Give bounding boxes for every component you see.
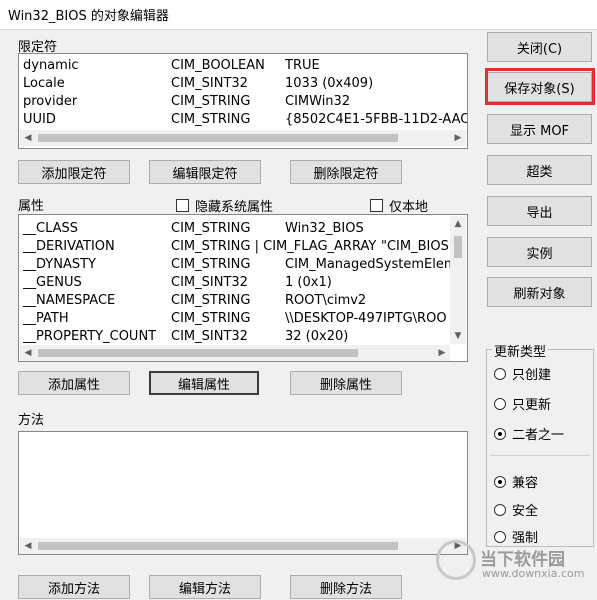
edit-method-button[interactable]: 编辑方法 xyxy=(149,575,261,599)
table-row[interactable]: __GENUS CIM_SINT32 1 (0x1) xyxy=(19,274,451,292)
edit-property-button[interactable]: 编辑属性 xyxy=(149,371,259,395)
radio-safe[interactable]: 安全 xyxy=(494,500,538,519)
window-title: Win32_BIOS 的对象编辑器 xyxy=(8,9,169,24)
watermark-url: www.downxia.com xyxy=(482,567,585,580)
local-only-checkbox[interactable] xyxy=(370,199,383,212)
methods-label: 方法 xyxy=(18,413,45,428)
add-qualifier-button[interactable]: 添加限定符 xyxy=(18,160,130,184)
qualifiers-hscrollbar[interactable]: ◀ ▶ xyxy=(20,130,466,146)
table-row[interactable]: __NAMESPACE CIM_STRING ROOT\cimv2 xyxy=(19,292,451,310)
radio-update-only[interactable]: 只更新 xyxy=(494,394,551,413)
properties-list[interactable]: __CLASS CIM_STRING Win32_BIOS __DERIVATI… xyxy=(18,214,468,362)
table-row[interactable]: dynamic CIM_BOOLEAN TRUE xyxy=(19,57,467,75)
radio-selected-icon[interactable] xyxy=(494,475,506,488)
superclass-button[interactable]: 超类 xyxy=(487,155,592,185)
title-bar: Win32_BIOS 的对象编辑器 xyxy=(0,0,597,30)
scroll-down-icon[interactable]: ▼ xyxy=(450,328,466,344)
export-button[interactable]: 导出 xyxy=(487,196,592,226)
properties-hscrollbar[interactable]: ◀ ▶ xyxy=(20,345,450,361)
refresh-object-button[interactable]: 刷新对象 xyxy=(487,277,592,307)
delete-qualifier-button[interactable]: 删除限定符 xyxy=(290,160,402,184)
edit-qualifier-button[interactable]: 编辑限定符 xyxy=(149,160,261,184)
scroll-thumb[interactable] xyxy=(38,134,398,142)
table-row[interactable]: __DERIVATION CIM_STRING | CIM_FLAG_ARRAY… xyxy=(19,238,451,256)
table-row[interactable]: __CLASS CIM_STRING Win32_BIOS xyxy=(19,220,451,238)
radio-selected-icon[interactable] xyxy=(494,427,506,440)
radio-create-only[interactable]: 只创建 xyxy=(494,364,551,383)
highlight-box xyxy=(485,68,595,105)
scroll-right-icon[interactable]: ▶ xyxy=(450,130,466,146)
radio-icon[interactable] xyxy=(494,367,506,380)
scroll-left-icon[interactable]: ◀ xyxy=(20,538,36,554)
close-button[interactable]: 关闭(C) xyxy=(487,32,592,62)
local-only[interactable]: 仅本地 xyxy=(370,196,428,215)
scroll-thumb[interactable] xyxy=(454,236,462,258)
properties-label: 属性 xyxy=(18,199,45,214)
watermark-logo-icon xyxy=(436,540,476,580)
properties-vscrollbar[interactable]: ▲ ▼ xyxy=(450,216,466,344)
scroll-left-icon[interactable]: ◀ xyxy=(20,130,36,146)
hide-system-properties[interactable]: 隐藏系统属性 xyxy=(176,196,273,215)
radio-force[interactable]: 强制 xyxy=(494,527,538,546)
methods-hscrollbar[interactable]: ◀ ▶ xyxy=(20,538,466,554)
radio-icon[interactable] xyxy=(494,503,506,516)
add-property-button[interactable]: 添加属性 xyxy=(18,371,130,395)
table-row[interactable]: __PATH CIM_STRING \\DESKTOP-497IPTG\ROO xyxy=(19,310,451,328)
table-row[interactable]: UUID CIM_STRING {8502C4E1-5FBB-11D2-AAC1… xyxy=(19,111,467,129)
methods-list[interactable]: ◀ ▶ xyxy=(18,431,468,555)
scroll-thumb[interactable] xyxy=(38,542,398,550)
delete-method-button[interactable]: 删除方法 xyxy=(290,575,402,599)
divider xyxy=(490,455,590,456)
table-row[interactable]: provider CIM_STRING CIMWin32 xyxy=(19,93,467,111)
instances-button[interactable]: 实例 xyxy=(487,237,592,267)
add-method-button[interactable]: 添加方法 xyxy=(18,575,130,599)
table-row[interactable]: Locale CIM_SINT32 1033 (0x409) xyxy=(19,75,467,93)
scroll-up-icon[interactable]: ▲ xyxy=(450,216,466,232)
hide-system-checkbox[interactable] xyxy=(176,199,189,212)
table-row[interactable]: __PROPERTY_COUNT CIM_SINT32 32 (0x20) xyxy=(19,328,451,346)
scroll-right-icon[interactable]: ▶ xyxy=(434,345,450,361)
scroll-left-icon[interactable]: ◀ xyxy=(20,345,36,361)
scroll-thumb[interactable] xyxy=(38,349,358,357)
update-type-label: 更新类型 xyxy=(492,341,549,360)
radio-either[interactable]: 二者之一 xyxy=(494,424,564,443)
radio-icon[interactable] xyxy=(494,397,506,410)
radio-icon[interactable] xyxy=(494,530,506,543)
show-mof-button[interactable]: 显示 MOF xyxy=(487,114,592,144)
qualifiers-list[interactable]: dynamic CIM_BOOLEAN TRUE Locale CIM_SINT… xyxy=(18,53,468,149)
radio-compatible[interactable]: 兼容 xyxy=(494,472,538,491)
delete-property-button[interactable]: 删除属性 xyxy=(290,371,402,395)
table-row[interactable]: __DYNASTY CIM_STRING CIM_ManagedSystemEl… xyxy=(19,256,451,274)
